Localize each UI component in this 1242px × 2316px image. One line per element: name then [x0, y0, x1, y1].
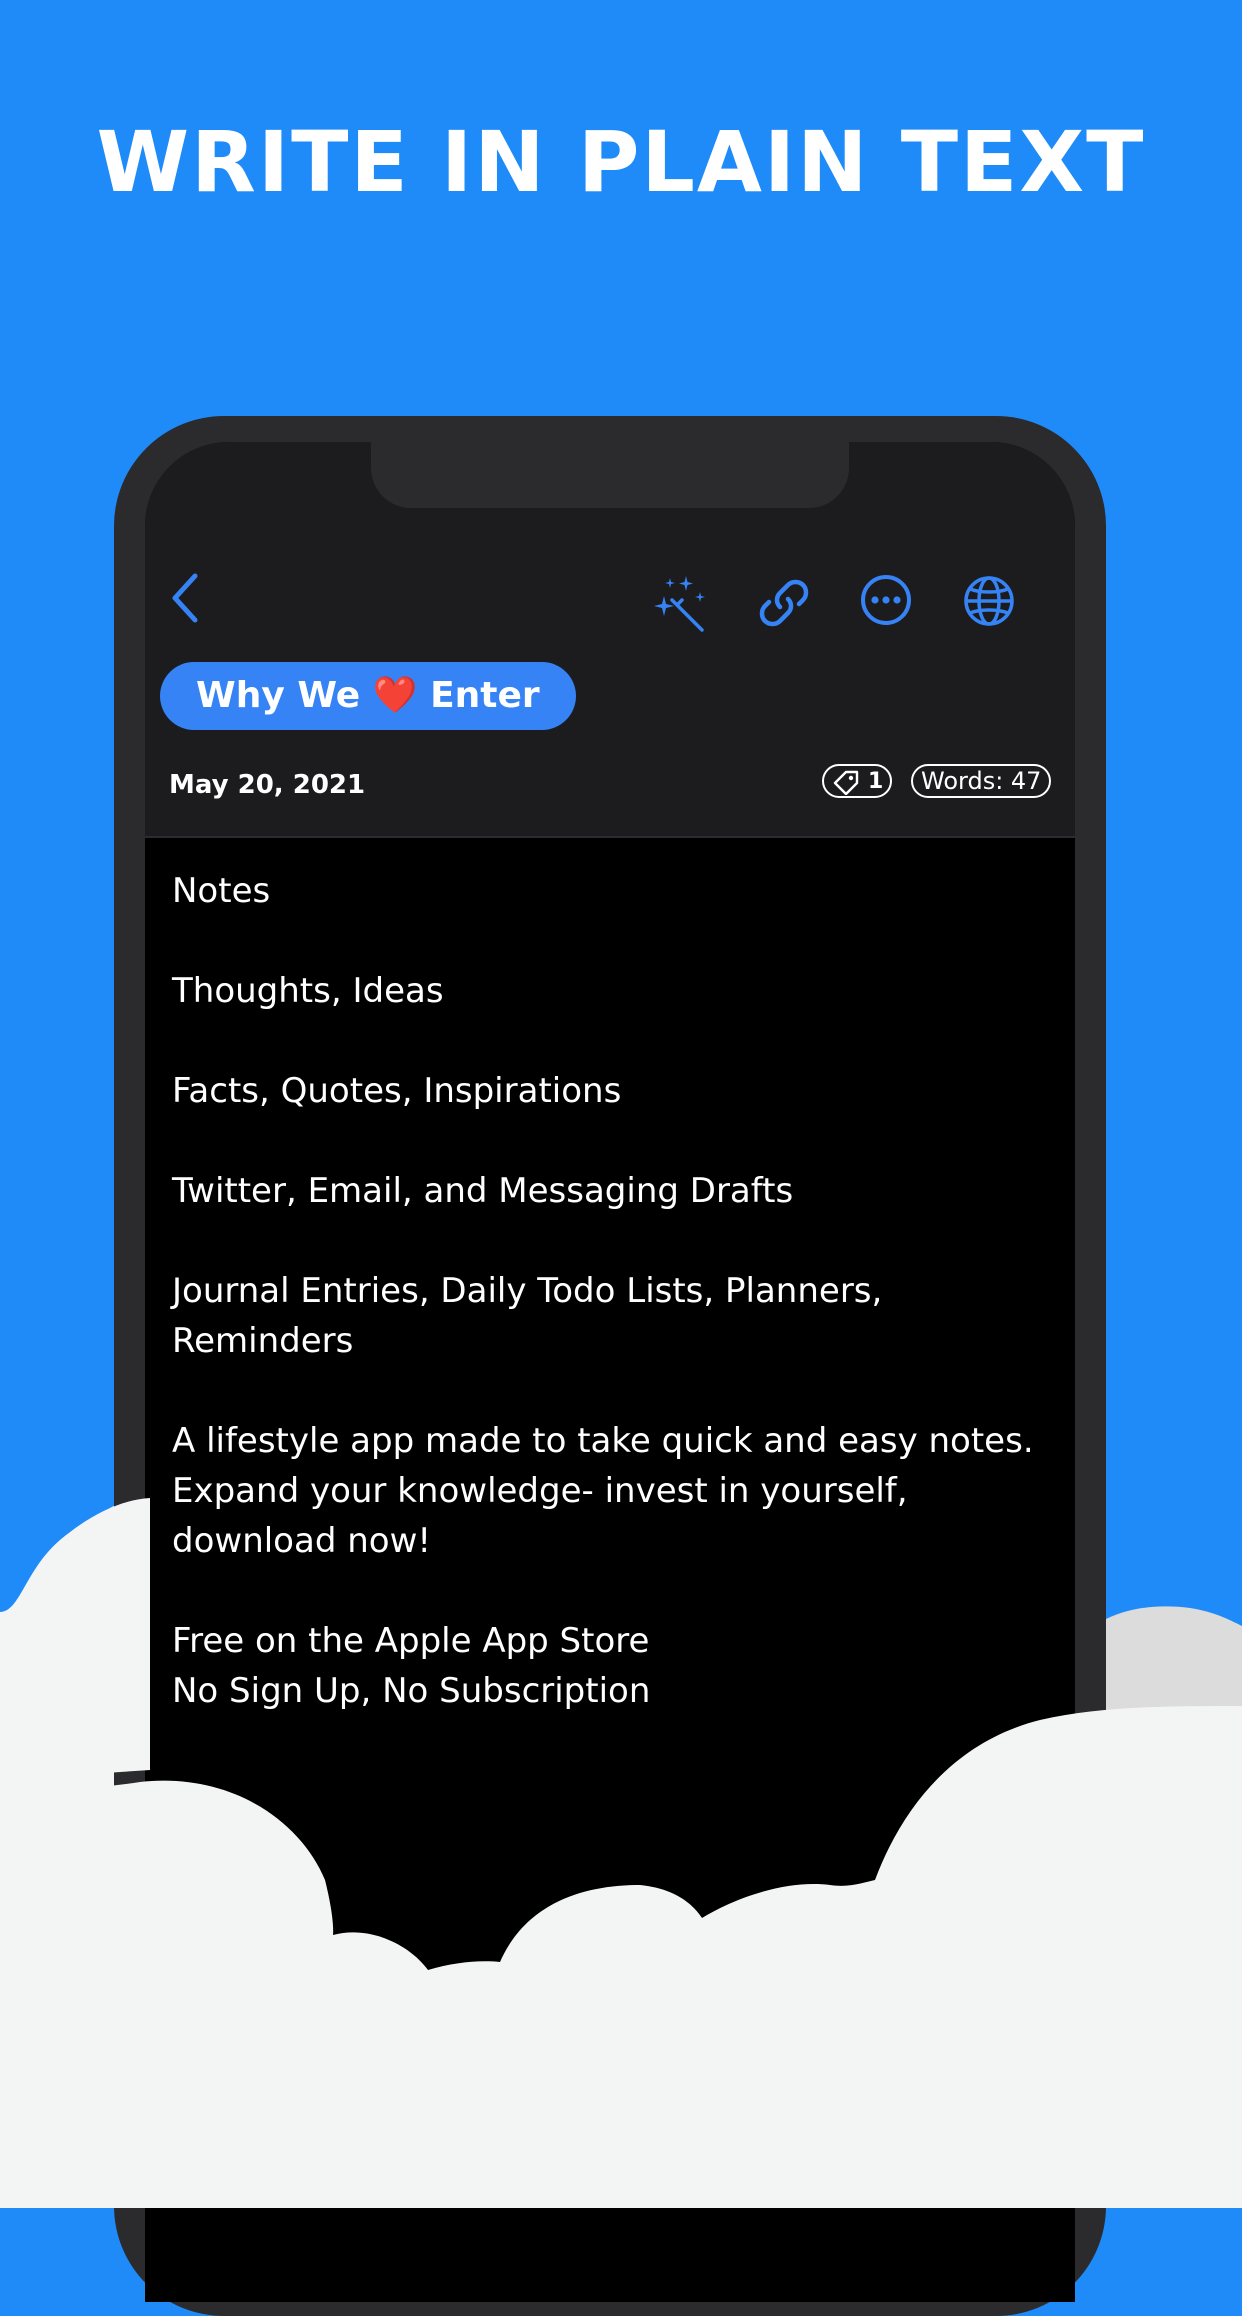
front-clouds	[0, 1498, 1242, 2208]
